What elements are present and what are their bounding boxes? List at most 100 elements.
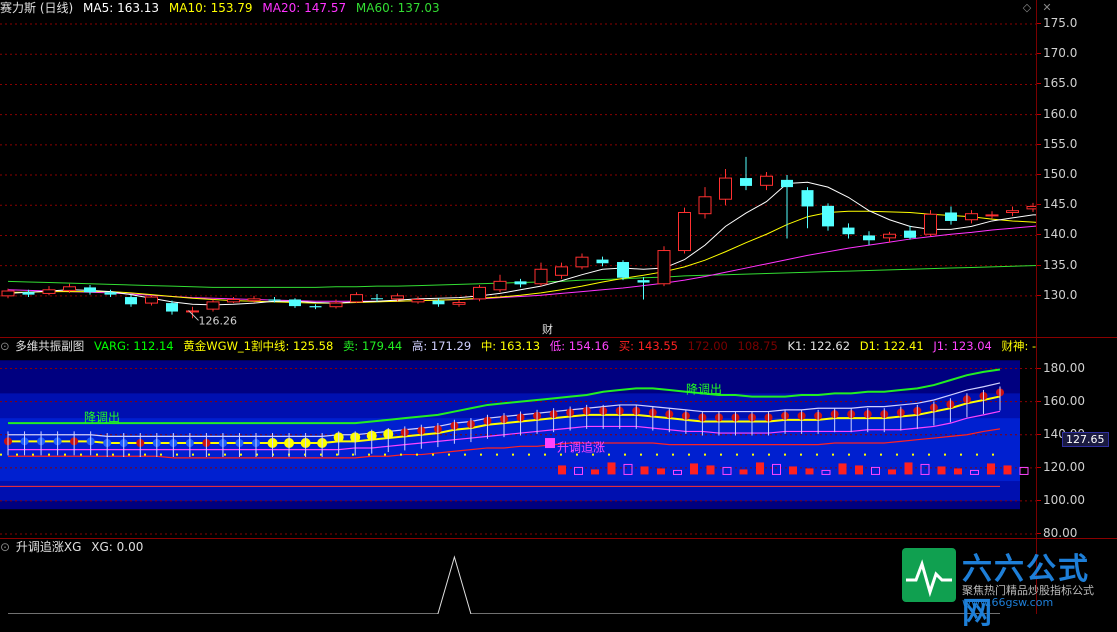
candle-body (350, 294, 363, 303)
low-label: 126.26 (199, 314, 238, 327)
candle-body (637, 280, 650, 283)
candle-body (555, 266, 568, 276)
price-tick: 130.0 (1036, 287, 1078, 302)
candle-body (84, 287, 96, 293)
candle-body (42, 289, 56, 294)
value-tick: 120.00 (1037, 459, 1085, 474)
main-price-axis: 130.0 135.0 140.0 145.0 150.0 155.0 160.0 165.0… (1036, 0, 1117, 337)
candle-body (104, 292, 117, 295)
candle-body (247, 298, 261, 302)
candle-body (309, 306, 322, 308)
up-chase-label: 升调追涨 (557, 439, 605, 454)
candle-body (411, 298, 425, 303)
down-out-label-1: 降调出 (84, 410, 120, 424)
candlestick-chart[interactable]: 174.66126.26财 (0, 0, 1037, 337)
sub-chart-panel[interactable]: ⊙ 多维共振副图 VARG: 112.14 黄金WGW_1割中线: 125.58… (0, 338, 1117, 540)
candle-body (596, 259, 609, 264)
candle-body (514, 281, 527, 285)
candle-body (904, 230, 916, 238)
candle-body (186, 310, 199, 313)
logo-icon (902, 548, 956, 602)
site-logo: 六六公式网 聚焦热门精品炒股指标公式 www.66gsw.com (900, 544, 1117, 631)
candle-body (657, 250, 671, 285)
volume-bar (789, 466, 797, 475)
candle-body (166, 303, 178, 312)
candle-body (945, 212, 957, 221)
price-tick: 175.0 (1036, 16, 1078, 31)
logo-url: www.66gsw.com (962, 596, 1054, 609)
candle-body (534, 268, 548, 285)
main-chart-panel[interactable]: 赛力斯 (日线) MA5: 163.13 MA10: 153.79 MA20: … (0, 0, 1117, 337)
volume-bar (1019, 466, 1029, 475)
volume-bar (888, 469, 896, 475)
candle-body (924, 213, 937, 235)
candle-body (268, 299, 281, 301)
volume-bar (706, 465, 715, 475)
candle-body (289, 299, 301, 307)
volume-bar (739, 469, 748, 475)
candle-body (985, 214, 999, 217)
candle-body (965, 213, 978, 221)
xg-chart-panel[interactable]: ⊙ 升调追涨XG XG: 0.00 六六公式网 聚焦热门精品炒股指标公式 www… (0, 539, 1117, 631)
volume-bar (987, 463, 995, 475)
cai-label: 财 (542, 322, 553, 336)
volume-bar (640, 466, 649, 475)
candle-body (63, 286, 76, 291)
ma20-line (7, 225, 1037, 302)
price-tick: 165.0 (1036, 76, 1078, 91)
price-tick: 140.0 (1036, 227, 1078, 242)
candle-body (1, 290, 15, 297)
volume-bar (1003, 465, 1012, 475)
volume-bar (937, 466, 946, 475)
price-tick: 160.0 (1036, 106, 1078, 121)
price-tick: 170.0 (1036, 46, 1078, 61)
candle-body (719, 177, 732, 200)
candle-body (206, 301, 220, 310)
ma5-line (7, 181, 1037, 306)
volume-bar (838, 463, 847, 475)
candle-body (801, 190, 814, 207)
candle-body (740, 178, 752, 186)
price-tick: 135.0 (1036, 257, 1078, 272)
candle-body (432, 300, 445, 305)
candle-body (493, 280, 507, 291)
price-tick: 155.0 (1036, 136, 1078, 151)
volume-bar (690, 463, 698, 475)
volume-bar (756, 462, 764, 475)
candle-body (391, 295, 404, 300)
ma10-line (8, 210, 1037, 304)
candle-body (371, 298, 383, 300)
xg-chart (8, 555, 1000, 614)
candle-body (698, 196, 712, 215)
volume-bar (855, 465, 863, 475)
candle-body (760, 175, 773, 186)
up-chase-marker (545, 438, 555, 449)
candle-body (1006, 210, 1019, 213)
volume-bar (805, 468, 814, 475)
candle-body (473, 286, 486, 300)
value-tick: 180.00 (1037, 360, 1085, 375)
price-tick: 145.0 (1036, 197, 1078, 212)
volume-bar (591, 469, 599, 475)
candle-body (227, 298, 240, 303)
price-tick: 150.0 (1036, 167, 1078, 182)
candle-body (452, 301, 466, 305)
xg-line (8, 555, 1000, 614)
resonance-chart[interactable]: 降调出降调出升调追涨 (0, 338, 1037, 538)
candle-body (822, 205, 834, 227)
volume-bar (558, 465, 566, 475)
candle-body (678, 211, 691, 252)
last-value-badge: 127.65 (1062, 432, 1109, 447)
candle-body (145, 296, 158, 304)
candle-body (842, 227, 855, 235)
candle-body (781, 179, 793, 188)
volume-bar (954, 468, 962, 475)
candle-body (863, 235, 875, 241)
value-tick: 160.00 (1037, 393, 1085, 408)
candle-body (22, 292, 35, 295)
volume-bar (657, 468, 665, 475)
down-out-label-2: 降调出 (686, 382, 722, 396)
volume-bar (607, 462, 616, 475)
candle-body (125, 297, 137, 305)
candle-body (617, 262, 629, 278)
